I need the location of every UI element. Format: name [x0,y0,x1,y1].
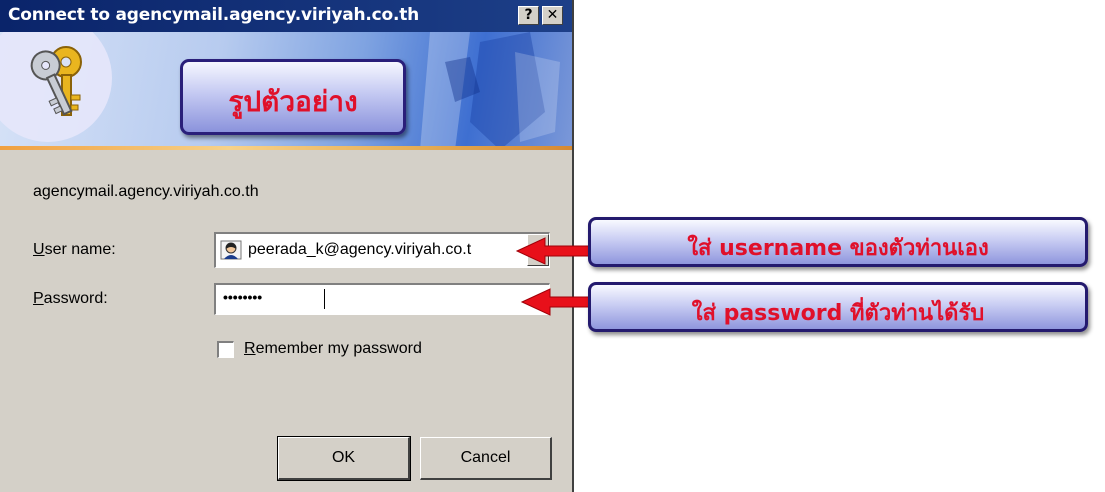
remember-password-label[interactable]: Remember my password [244,340,422,358]
password-hint-box: ใส่ password ที่ตัวท่านได้รับ [588,282,1088,332]
title-bar[interactable]: Connect to agencymail.agency.viriyah.co.… [0,0,572,32]
username-label-text: ser name: [44,241,116,258]
username-combobox[interactable]: peerada_k@agency.viriyah.co.t [214,232,550,268]
password-value[interactable]: •••••••• [223,289,262,305]
remember-password-checkbox[interactable] [217,341,234,358]
sample-label: รูปตัวอย่าง [228,85,358,118]
close-button[interactable]: ✕ [542,6,563,25]
sample-label-box: รูปตัวอย่าง [180,59,406,135]
remember-accesskey: R [244,340,256,357]
help-button[interactable]: ? [518,6,539,25]
username-label-accesskey: U [33,241,45,258]
ok-button[interactable]: OK [277,436,411,481]
password-label: Password: [33,290,108,308]
connect-dialog: Connect to agencymail.agency.viriyah.co.… [0,0,574,492]
username-hint: ใส่ username ของตัวท่านเอง [687,236,989,261]
password-hint: ใส่ password ที่ตัวท่านได้รับ [691,301,985,326]
keys-icon [30,46,82,116]
username-value[interactable]: peerada_k@agency.viriyah.co.t [248,241,513,259]
dialog-title: Connect to agencymail.agency.viriyah.co.… [8,5,420,25]
server-name: agencymail.agency.viriyah.co.th [33,183,259,200]
password-label-accesskey: P [33,290,44,307]
user-icon [220,240,242,260]
password-label-text: assword: [43,290,108,307]
arrow-left-icon [515,237,594,265]
username-hint-box: ใส่ username ของตัวท่านเอง [588,217,1088,267]
remember-label-text: emember my password [255,340,422,357]
banner-strip [0,146,572,150]
password-field[interactable]: •••••••• [214,283,550,315]
text-caret [324,289,325,309]
username-label: User name: [33,241,116,259]
cancel-button[interactable]: Cancel [420,437,552,480]
